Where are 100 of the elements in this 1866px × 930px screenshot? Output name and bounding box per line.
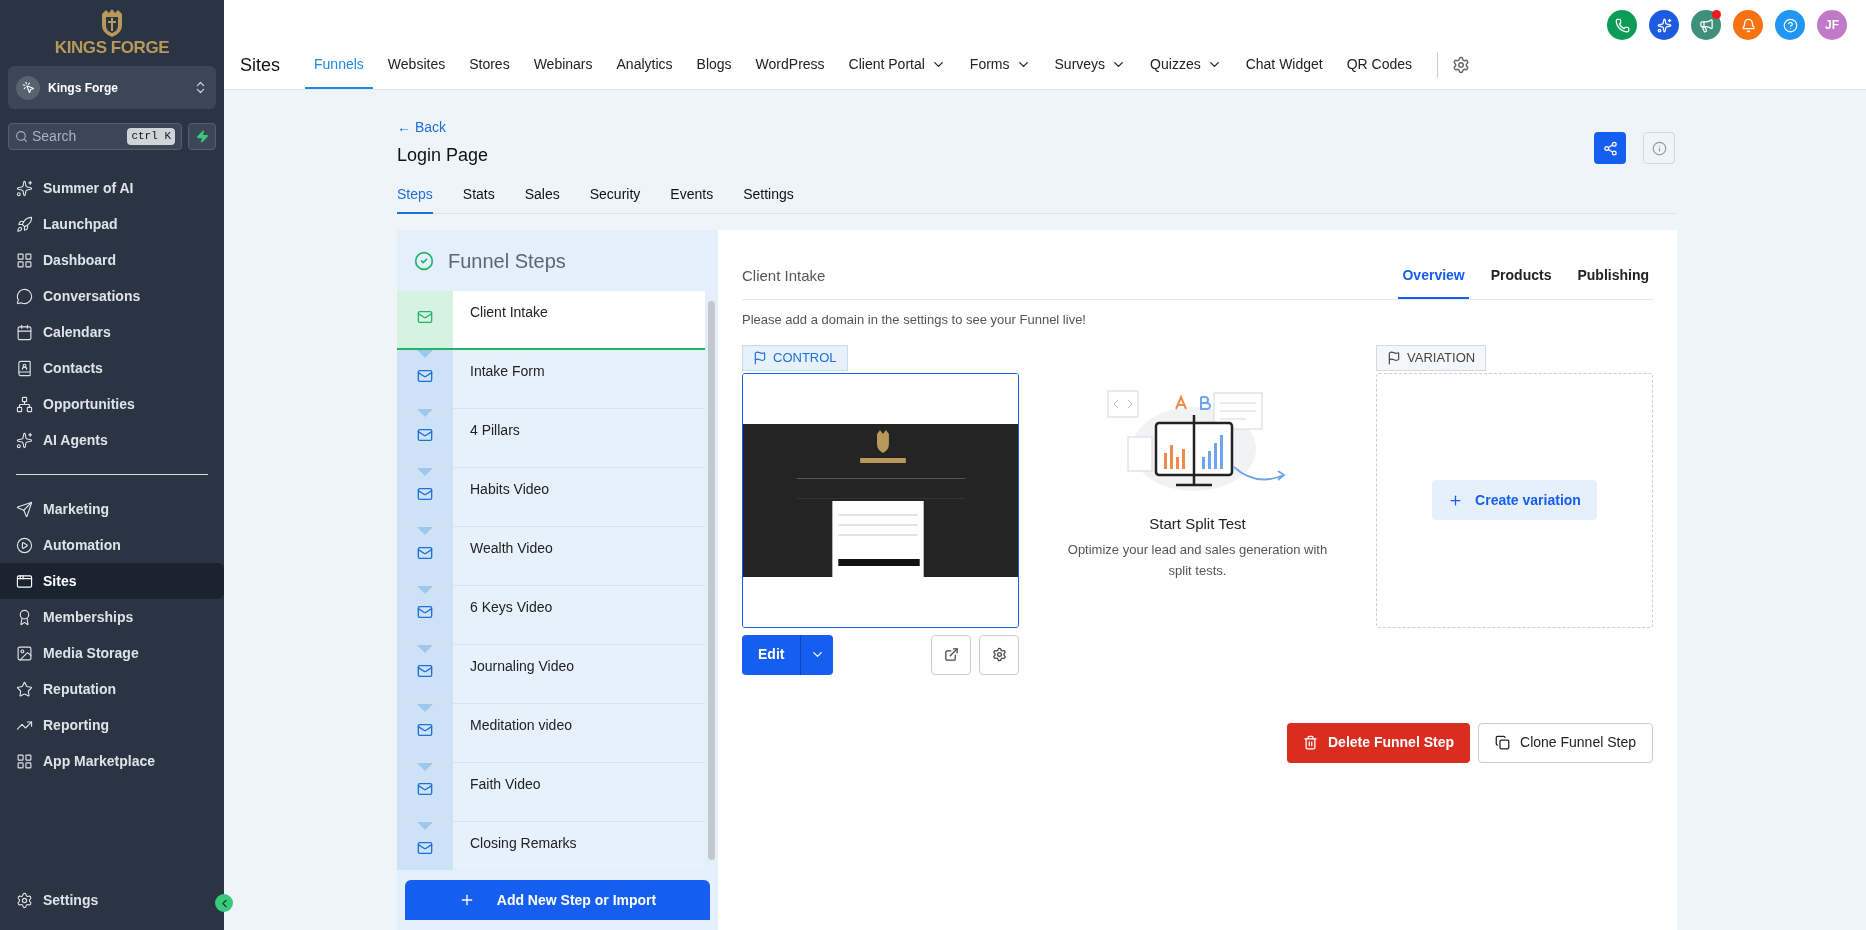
header-action-button[interactable] <box>1607 10 1637 40</box>
panel-title: Funnel Steps <box>448 248 566 274</box>
bell-icon <box>1740 17 1756 33</box>
external-link-icon <box>943 647 959 662</box>
step-connector-icon <box>417 586 433 594</box>
mail-icon <box>417 427 433 443</box>
step-connector-icon <box>417 645 433 653</box>
step-connector-icon <box>417 527 433 535</box>
paper-plane-icon <box>16 500 33 518</box>
mail-icon <box>417 486 433 502</box>
quick-action-button[interactable] <box>188 123 216 150</box>
header-action-button[interactable] <box>1733 10 1763 40</box>
back-link[interactable]: ← Back <box>397 117 446 138</box>
header-action-button[interactable] <box>1691 10 1721 40</box>
shortcut-key: ctrl K <box>127 128 175 145</box>
search-field[interactable]: Search ctrl K <box>8 123 182 150</box>
mail-icon <box>417 545 433 561</box>
funnel-step[interactable]: 4 Pillars <box>397 409 705 468</box>
search-input[interactable]: Search <box>32 126 124 147</box>
sidebar-item[interactable]: Automation <box>0 527 224 563</box>
domain-notice: Please add a domain in the settings to see your Funnel live! <box>742 311 1087 329</box>
sidebar-item[interactable]: App Marketplace <box>0 743 224 779</box>
page-tab[interactable]: Security <box>589 177 641 214</box>
sidebar-item[interactable]: Marketing <box>0 491 224 527</box>
create-variation-button[interactable]: Create variation <box>1432 480 1597 520</box>
nav-tab[interactable]: Quizzes <box>1141 41 1231 89</box>
nav-tab[interactable]: Client Portal <box>839 41 955 89</box>
network-icon <box>16 395 33 413</box>
step-connector-icon <box>417 468 433 476</box>
detail-tab[interactable]: Products <box>1486 253 1556 299</box>
copy-icon <box>1495 735 1511 750</box>
step-connector-icon <box>417 763 433 771</box>
sidebar-item[interactable]: Dashboard <box>0 242 224 278</box>
page-tab[interactable]: Events <box>670 177 714 214</box>
funnel-step[interactable]: Intake Form <box>397 350 705 409</box>
mail-icon <box>417 781 433 797</box>
collapse-button[interactable] <box>215 894 233 912</box>
sidebar-item[interactable]: Opportunities <box>0 386 224 422</box>
star-icon <box>16 680 33 698</box>
brand-name: KINGS FORGE <box>54 38 170 58</box>
header-action-button[interactable] <box>1649 10 1679 40</box>
plus-icon <box>1448 492 1464 508</box>
nav-tab[interactable]: Forms <box>960 41 1040 89</box>
header-action-button[interactable] <box>1775 10 1805 40</box>
nav-tab[interactable]: Webinars <box>524 41 602 89</box>
lightning-icon <box>195 130 209 143</box>
funnel-step[interactable]: Habits Video <box>397 468 705 527</box>
phone-icon <box>1614 17 1630 33</box>
delete-step-button[interactable]: Delete Funnel Step <box>1287 722 1471 763</box>
nav-tab[interactable]: Analytics <box>607 41 682 89</box>
sidebar-item[interactable]: Summer of AI <box>0 170 224 206</box>
page-tab[interactable]: Stats <box>462 177 495 214</box>
sidebar-item[interactable]: Settings <box>0 882 200 918</box>
funnel-step[interactable]: Faith Video <box>397 763 705 822</box>
sidebar-item[interactable]: Contacts <box>0 350 224 386</box>
step-connector-icon <box>417 704 433 712</box>
sparkles-icon <box>16 179 33 197</box>
funnel-step[interactable]: Meditation video <box>397 704 705 763</box>
page-tab[interactable]: Settings <box>743 177 794 214</box>
sidebar-item[interactable]: Conversations <box>0 278 224 314</box>
sidebar-item[interactable]: AI Agents <box>0 422 224 458</box>
account-avatar <box>16 75 40 100</box>
browser-window-icon <box>16 572 33 590</box>
play-circle-icon <box>16 536 33 554</box>
settings-icon[interactable] <box>1452 56 1471 74</box>
sidebar-item[interactable]: Launchpad <box>0 206 224 242</box>
sidebar-item[interactable]: Media Storage <box>0 635 224 671</box>
step-settings-button[interactable] <box>979 634 1019 675</box>
nav-tab[interactable]: Stores <box>460 41 519 89</box>
mail-icon <box>417 663 433 679</box>
nav-tab[interactable]: WordPress <box>746 41 834 89</box>
funnel-step[interactable]: 6 Keys Video <box>397 586 705 645</box>
sidebar-item[interactable]: Calendars <box>0 314 224 350</box>
nav-tab[interactable]: Websites <box>378 41 455 89</box>
split-test-description: Optimize your lead and sales generation with split tests. <box>1067 541 1328 580</box>
nav-tab[interactable]: Blogs <box>687 41 741 89</box>
settings-icon <box>991 647 1007 662</box>
clone-step-button[interactable]: Clone Funnel Step <box>1478 722 1653 763</box>
scrollbar[interactable] <box>708 301 715 860</box>
sparkles-icon <box>1656 17 1672 33</box>
sidebar-item[interactable]: Sites <box>0 563 224 599</box>
page-tab[interactable]: Sales <box>524 177 560 214</box>
account-switcher[interactable]: Kings Forge <box>8 66 216 109</box>
detail-tab[interactable]: Publishing <box>1573 253 1653 299</box>
sidebar-item[interactable]: Memberships <box>0 599 224 635</box>
funnel-step[interactable]: Client Intake <box>397 291 705 350</box>
detail-tab[interactable]: Overview <box>1398 253 1469 299</box>
nav-tab[interactable]: Chat Widget <box>1236 41 1332 89</box>
nav-tab[interactable]: Surveys <box>1045 41 1136 89</box>
share-button[interactable] <box>1594 132 1626 164</box>
sidebar-item[interactable]: Reputation <box>0 671 224 707</box>
add-step-button[interactable]: Add New Step or Import <box>405 880 710 920</box>
grid-icon <box>16 251 33 269</box>
nav-tab[interactable]: QR Codes <box>1337 41 1422 89</box>
funnel-step[interactable]: Wealth Video <box>397 527 705 586</box>
flag-icon <box>1387 350 1401 365</box>
sidebar-item[interactable]: Reporting <box>0 707 224 743</box>
open-external-button[interactable] <box>931 634 971 675</box>
page-tab[interactable]: Steps <box>397 177 433 214</box>
funnel-step[interactable]: Journaling Video <box>397 645 705 704</box>
